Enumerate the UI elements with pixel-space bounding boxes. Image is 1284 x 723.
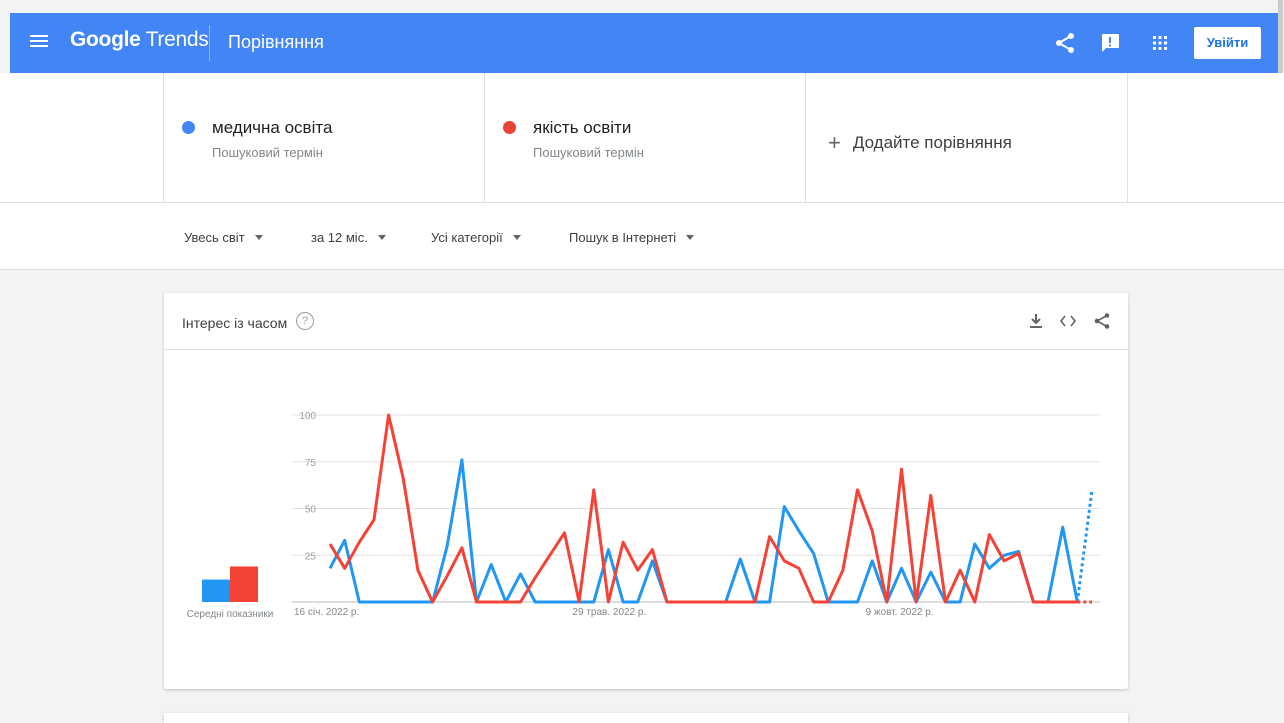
add-comparison-slot[interactable]: + Додайте порівняння xyxy=(805,73,1128,202)
terms-row: медична освіта Пошуковий термін якість о… xyxy=(0,73,1284,203)
filter-search-type[interactable]: Пошук в Інтернеті xyxy=(569,230,695,245)
plus-icon: + xyxy=(828,130,841,155)
page-title: Порівняння xyxy=(228,32,324,52)
logo-google: Google xyxy=(70,28,141,51)
feedback-icon[interactable] xyxy=(1098,31,1122,55)
menu-icon[interactable] xyxy=(30,32,48,54)
filter-category[interactable]: Усі категорії xyxy=(431,230,521,245)
top-bar: Google Trends Порівняння Увійти xyxy=(10,13,1280,73)
share-icon[interactable] xyxy=(1053,31,1077,55)
filter-region[interactable]: Увесь світ xyxy=(184,230,263,245)
help-icon[interactable]: ? xyxy=(296,312,314,330)
y-tick-label: 75 xyxy=(305,458,317,469)
logo[interactable]: Google Trends xyxy=(70,28,209,52)
terms-panel: медична освіта Пошуковий термін якість о… xyxy=(0,73,1284,270)
series-partial-1 xyxy=(1075,489,1094,603)
average-bar xyxy=(230,566,258,602)
y-tick-label: 100 xyxy=(299,411,316,422)
term-2-type: Пошуковий термін xyxy=(533,145,644,160)
term-1[interactable]: медична освіта Пошуковий термін xyxy=(163,73,484,202)
caret-down-icon xyxy=(686,235,695,240)
term-1-color-dot xyxy=(182,121,195,134)
filter-search-type-label: Пошук в Інтернеті xyxy=(569,230,677,245)
interest-over-time-card: Інтерес із часом ? 25 50 75 100 16 січ. 2022… xyxy=(164,293,1128,689)
term-2-name[interactable]: якість освіти xyxy=(533,118,631,138)
caret-down-icon xyxy=(512,235,521,240)
download-icon[interactable] xyxy=(1027,312,1045,330)
logo-trends: Trends xyxy=(145,28,209,51)
add-comparison-label: Додайте порівняння xyxy=(852,133,1012,152)
caret-down-icon xyxy=(377,235,386,240)
term-2-color-dot xyxy=(503,121,516,134)
filter-category-label: Усі категорії xyxy=(431,230,503,245)
x-tick-label: 16 січ. 2022 р. xyxy=(294,607,359,618)
share-icon[interactable] xyxy=(1093,312,1111,330)
filter-period-label: за 12 міс. xyxy=(311,230,368,245)
embed-icon[interactable] xyxy=(1059,312,1077,330)
caret-down-icon xyxy=(254,235,263,240)
filter-region-label: Увесь світ xyxy=(184,230,245,245)
average-bar xyxy=(202,579,230,602)
y-tick-label: 25 xyxy=(305,551,317,562)
x-tick-label: 29 трав. 2022 р. xyxy=(572,607,646,618)
filter-period[interactable]: за 12 міс. xyxy=(311,230,386,245)
term-1-type: Пошуковий термін xyxy=(212,145,323,160)
header-divider xyxy=(209,25,210,61)
term-1-name[interactable]: медична освіта xyxy=(212,118,332,138)
next-card xyxy=(164,713,1128,723)
y-tick-label: 50 xyxy=(305,505,317,516)
add-comparison-button[interactable]: + Додайте порівняння xyxy=(828,130,1012,156)
card-header: Інтерес із часом ? xyxy=(164,293,1128,350)
term-2[interactable]: якість освіти Пошуковий термін xyxy=(484,73,805,202)
apps-icon[interactable] xyxy=(1148,31,1172,55)
signin-button[interactable]: Увійти xyxy=(1194,27,1261,59)
card-title: Інтерес із часом xyxy=(182,315,288,331)
x-tick-label: 9 жовт. 2022 р. xyxy=(866,607,934,618)
average-label: Середні показники xyxy=(187,609,274,620)
interest-chart[interactable]: 25 50 75 100 16 січ. 2022 р. 29 трав. 2022 р.… xyxy=(164,349,1128,689)
